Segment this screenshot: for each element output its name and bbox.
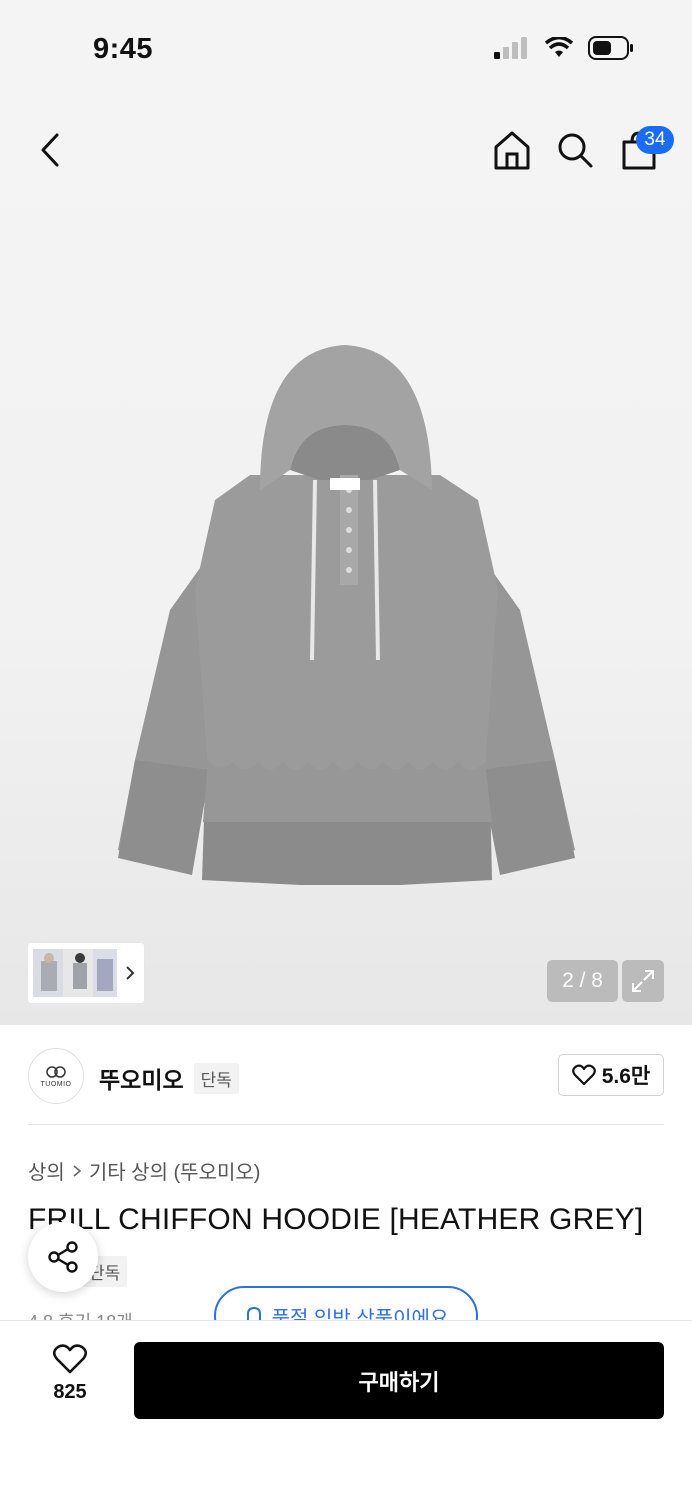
cellular-signal-icon: [494, 37, 527, 59]
soldout-soon-text: 품절 임박 상품이에요: [271, 1307, 449, 1321]
soldout-notice-clip: 품절 임박 상품이에요: [0, 1286, 692, 1320]
breadcrumb: 상의 기타 상의 (뚜오미오): [28, 1156, 260, 1185]
chevron-right-icon: [73, 1164, 82, 1177]
breadcrumb-level2[interactable]: 기타 상의 (뚜오미오): [89, 1156, 261, 1185]
divider: [28, 1124, 664, 1125]
home-icon: [494, 131, 530, 170]
brand-like-count: 5.6만: [601, 1065, 651, 1088]
breadcrumb-level1[interactable]: 상의: [28, 1156, 65, 1185]
share-button[interactable]: [28, 1222, 98, 1292]
search-icon: [558, 133, 593, 168]
status-icons: [494, 36, 634, 60]
back-icon: [41, 133, 59, 167]
image-pager: 2 / 8: [547, 960, 618, 1002]
chevron-right-icon: [126, 966, 135, 980]
status-time: 9:45: [93, 33, 154, 65]
brand-logo[interactable]: TUOMIO: [28, 1048, 84, 1104]
heart-icon: [571, 1064, 596, 1086]
heart-icon: [52, 1344, 88, 1374]
product-photo-hoodie: [118, 345, 575, 885]
buy-button[interactable]: 구매하기: [134, 1342, 664, 1419]
zoom-button[interactable]: [622, 960, 664, 1002]
thumbnail-images: [33, 949, 117, 997]
wishlist-button[interactable]: 825: [40, 1343, 100, 1404]
soldout-soon-pill[interactable]: 품절 임박 상품이에요: [214, 1286, 478, 1320]
home-button[interactable]: [490, 128, 534, 172]
wishlist-count: 825: [53, 1381, 87, 1403]
brand-logo-mark-icon: [46, 1065, 66, 1078]
brand-name-row[interactable]: 뚜오미오 단독: [99, 1061, 239, 1095]
exclusive-tag: 단독: [193, 1062, 239, 1094]
thumbnail-strip[interactable]: [28, 943, 144, 1003]
battery-icon: [588, 36, 633, 60]
brand-logo-text: TUOMIO: [40, 1080, 72, 1088]
search-button[interactable]: [553, 128, 597, 172]
wifi-icon: [544, 37, 574, 57]
expand-icon: [632, 970, 654, 992]
back-button[interactable]: [28, 128, 72, 172]
brand-like-button[interactable]: 5.6만: [558, 1054, 664, 1096]
bell-icon: [246, 1306, 262, 1320]
product-title: FRILL CHIFFON HOODIE [HEATHER GREY]: [28, 1203, 644, 1236]
cart-count-badge: 34: [636, 126, 674, 154]
brand-name[interactable]: 뚜오미오: [99, 1061, 184, 1095]
share-icon: [48, 1241, 78, 1273]
